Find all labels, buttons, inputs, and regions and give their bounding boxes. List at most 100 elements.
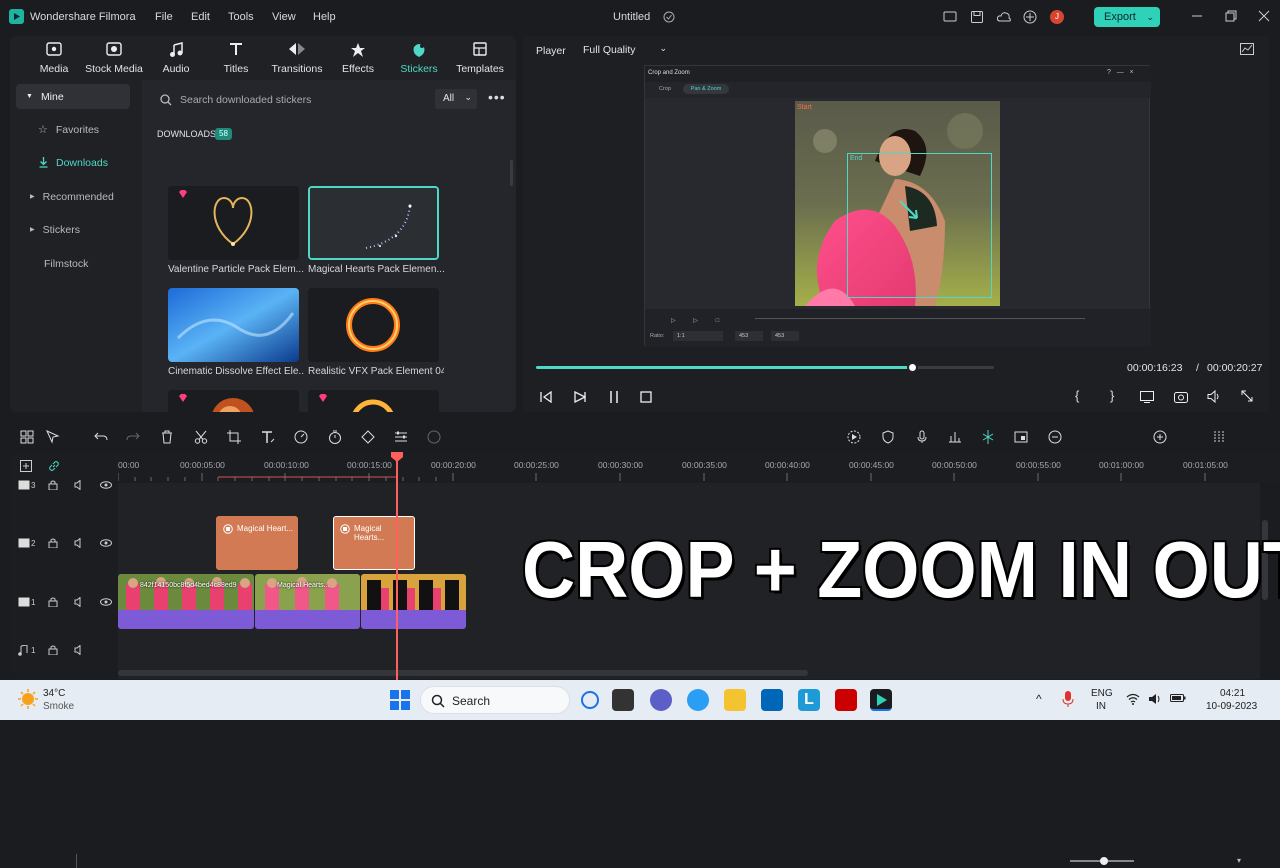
cloud-upload-icon[interactable] xyxy=(996,10,1012,24)
pause-icon[interactable] xyxy=(608,390,620,404)
stop-icon[interactable] xyxy=(640,391,652,403)
video-clip[interactable]: 842f14150bc8f5d4bed4c88ed9 xyxy=(118,574,254,629)
sidebar-item-stickers[interactable]: ▶ Stickers xyxy=(16,217,130,242)
zoom-slider-handle[interactable] xyxy=(1100,857,1108,865)
layout-grid-icon[interactable] xyxy=(20,430,36,446)
mark-out-icon[interactable]: } xyxy=(1110,388,1114,403)
filter-dropdown[interactable]: All ⌄ xyxy=(435,89,477,109)
zoom-in-icon[interactable] xyxy=(1153,430,1169,446)
progress-handle[interactable] xyxy=(906,362,918,373)
snap-icon[interactable] xyxy=(981,430,997,446)
sidebar-item-recommended[interactable]: ▶ Recommended xyxy=(16,184,130,209)
sticker-thumb[interactable] xyxy=(168,288,299,362)
tab-audio[interactable]: Audio xyxy=(146,36,206,80)
delete-icon[interactable] xyxy=(160,430,176,446)
add-track-icon[interactable] xyxy=(20,460,32,472)
timer-icon[interactable] xyxy=(328,430,344,446)
quality-dropdown[interactable]: Full Quality ⌄ xyxy=(577,41,667,59)
chevron-up-icon[interactable]: ^ xyxy=(1036,692,1042,706)
sidebar-item-mine[interactable]: ▼ Mine xyxy=(16,84,130,109)
menu-view[interactable]: View xyxy=(272,11,296,23)
sticker-clip-selected[interactable]: Magical Hearts... xyxy=(333,516,415,570)
battery-icon[interactable] xyxy=(1170,693,1186,703)
tab-stock-media[interactable]: Stock Media xyxy=(84,36,144,80)
display-settings-icon[interactable] xyxy=(1140,391,1154,403)
store-icon[interactable] xyxy=(761,689,783,711)
sticker-clip[interactable]: Magical Heart... xyxy=(216,516,298,570)
playhead[interactable] xyxy=(391,452,403,680)
mark-in-icon[interactable]: { xyxy=(1075,388,1079,403)
crop-icon[interactable] xyxy=(227,430,243,446)
tab-transitions[interactable]: Transitions xyxy=(267,36,327,80)
scrollbar[interactable] xyxy=(510,160,513,186)
weather-icon[interactable] xyxy=(18,689,38,709)
playback-progress[interactable] xyxy=(536,362,994,373)
menu-tools[interactable]: Tools xyxy=(228,11,254,23)
select-tool-icon[interactable] xyxy=(46,430,62,446)
bing-icon[interactable] xyxy=(581,691,599,709)
microphone-icon[interactable] xyxy=(915,430,931,446)
timeline-ruler[interactable]: 00:00 00:00:05:00 00:00:10:00 00:00:15:0… xyxy=(118,453,1280,483)
windows-start-icon[interactable] xyxy=(390,690,410,710)
tab-stickers[interactable]: Stickers xyxy=(389,36,449,80)
scopes-icon[interactable] xyxy=(1240,43,1254,55)
volume-icon[interactable] xyxy=(1207,390,1221,403)
app-l-icon[interactable]: L xyxy=(798,689,820,711)
previous-frame-icon[interactable] xyxy=(540,391,552,403)
audio-mixer-icon[interactable] xyxy=(948,430,964,446)
filmora-taskbar-icon[interactable] xyxy=(870,689,892,711)
minimize-icon[interactable] xyxy=(1192,10,1202,22)
mcafee-shield-icon[interactable] xyxy=(835,689,857,711)
fullscreen-icon[interactable] xyxy=(1241,390,1253,402)
video-clip[interactable]: Magical Hearts... xyxy=(255,574,360,629)
sticker-thumb[interactable] xyxy=(168,390,299,412)
tab-templates[interactable]: Templates xyxy=(450,36,510,80)
sticker-thumb[interactable] xyxy=(168,186,299,260)
shield-icon[interactable] xyxy=(881,430,897,446)
task-view-icon[interactable] xyxy=(612,689,634,711)
zoom-slider[interactable] xyxy=(1070,857,1134,865)
menu-edit[interactable]: Edit xyxy=(191,11,210,23)
link-icon[interactable] xyxy=(48,460,60,472)
save-icon[interactable] xyxy=(970,10,984,24)
export-button[interactable]: Export ⌄ xyxy=(1094,7,1160,27)
close-icon[interactable] xyxy=(1258,10,1270,22)
speaker-icon[interactable] xyxy=(1148,693,1162,705)
sticker-thumb[interactable] xyxy=(308,390,439,412)
keyframe-icon[interactable] xyxy=(361,430,377,446)
microphone-icon[interactable] xyxy=(1062,691,1074,707)
zoom-out-icon[interactable] xyxy=(1048,430,1064,446)
adjust-icon[interactable] xyxy=(394,430,410,446)
sidebar-item-favorites[interactable]: ☆ Favorites xyxy=(16,117,130,142)
speed-icon[interactable] xyxy=(294,430,310,446)
play-icon[interactable] xyxy=(574,391,586,403)
taskbar-search[interactable]: Search xyxy=(420,686,599,714)
restore-icon[interactable] xyxy=(1225,10,1237,22)
video-clip[interactable] xyxy=(361,574,466,629)
text-tool-icon[interactable] xyxy=(261,430,277,446)
sidebar-item-filmstock[interactable]: Filmstock xyxy=(16,251,130,276)
sticker-thumb[interactable] xyxy=(308,288,439,362)
tab-media[interactable]: Media xyxy=(24,36,84,80)
chevron-down-icon[interactable]: ▾ xyxy=(1237,856,1241,865)
file-explorer-icon[interactable] xyxy=(724,689,746,711)
search-input[interactable]: Search downloaded stickers xyxy=(180,94,311,106)
menu-file[interactable]: File xyxy=(155,11,173,23)
monitor-icon[interactable] xyxy=(943,10,957,24)
sticker-thumb-selected[interactable] xyxy=(308,186,439,260)
edge-browser-icon[interactable] xyxy=(687,689,709,711)
timeline-scrollbar[interactable] xyxy=(118,670,808,676)
undo-icon[interactable] xyxy=(94,430,110,446)
user-avatar[interactable]: J xyxy=(1050,10,1064,24)
pip-icon[interactable] xyxy=(1014,430,1030,446)
wifi-icon[interactable] xyxy=(1126,693,1140,705)
track-layout-icon[interactable] xyxy=(1213,430,1229,446)
more-options-icon[interactable]: ••• xyxy=(488,90,506,104)
tab-effects[interactable]: Effects xyxy=(328,36,388,80)
chat-icon[interactable] xyxy=(650,689,672,711)
menu-help[interactable]: Help xyxy=(313,11,336,23)
scissors-icon[interactable] xyxy=(194,430,210,446)
tab-titles[interactable]: Titles xyxy=(206,36,266,80)
gift-icon[interactable] xyxy=(1023,10,1037,24)
sidebar-item-downloads[interactable]: Downloads xyxy=(16,150,130,175)
